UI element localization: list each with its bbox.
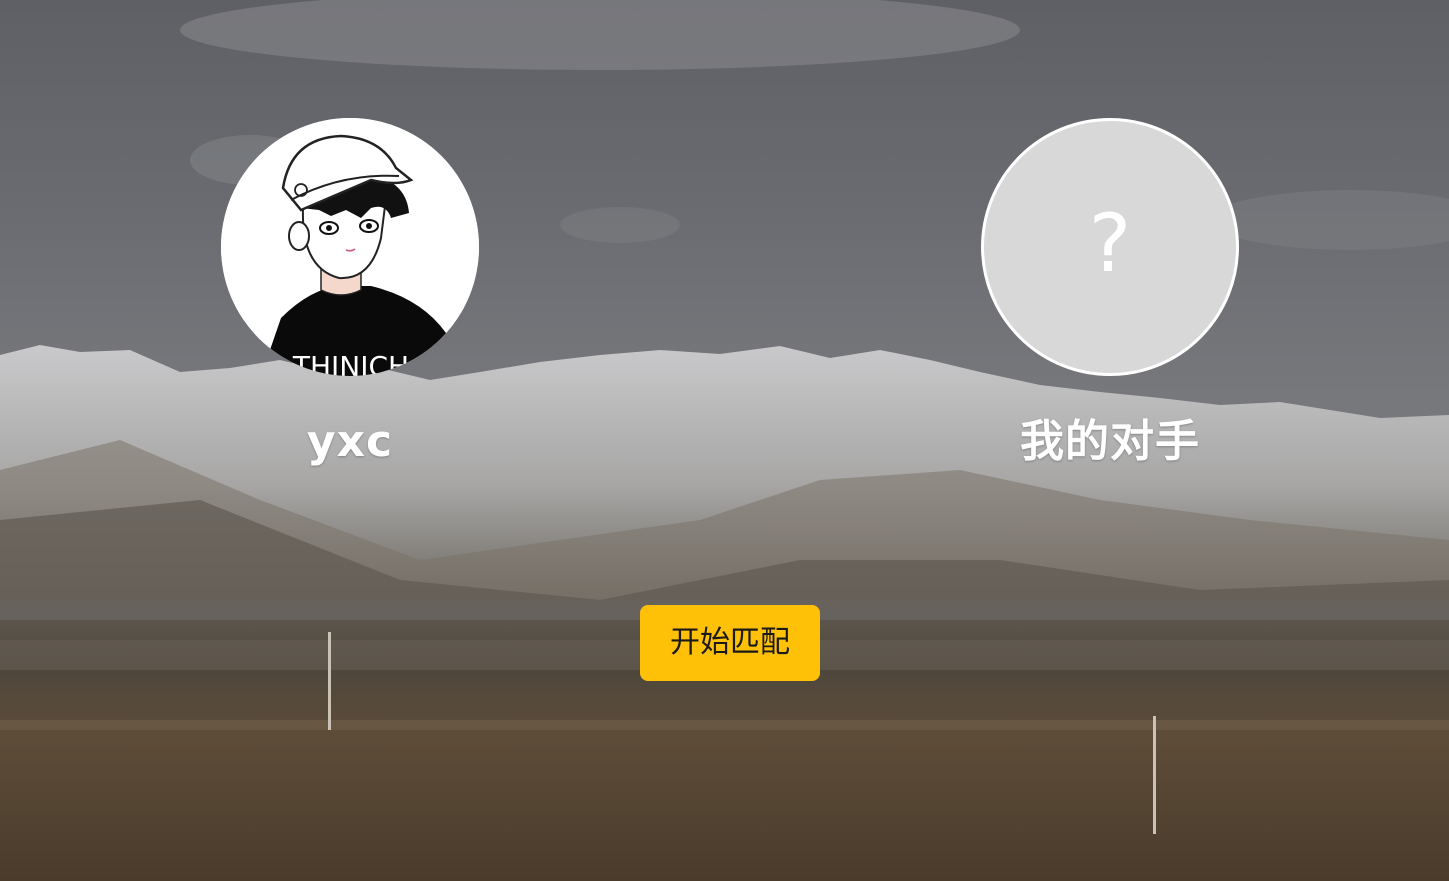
start-match-button[interactable]: 开始匹配 [640,605,820,681]
player-name: yxc [306,416,394,467]
opponent-card: ? 我的对手 [980,118,1240,470]
svg-text:THINICH: THINICH [292,350,409,376]
opponent-avatar: ? [981,118,1239,376]
player-card: THINICH yxc [220,118,480,470]
match-screen: THINICH yxc ? 我的对手 开始匹配 [0,0,1449,881]
question-mark-icon: ? [1088,197,1132,290]
player-avatar: THINICH [221,118,479,376]
anime-boy-avatar-icon: THINICH [221,118,479,376]
opponent-name: 我的对手 [1020,416,1200,467]
